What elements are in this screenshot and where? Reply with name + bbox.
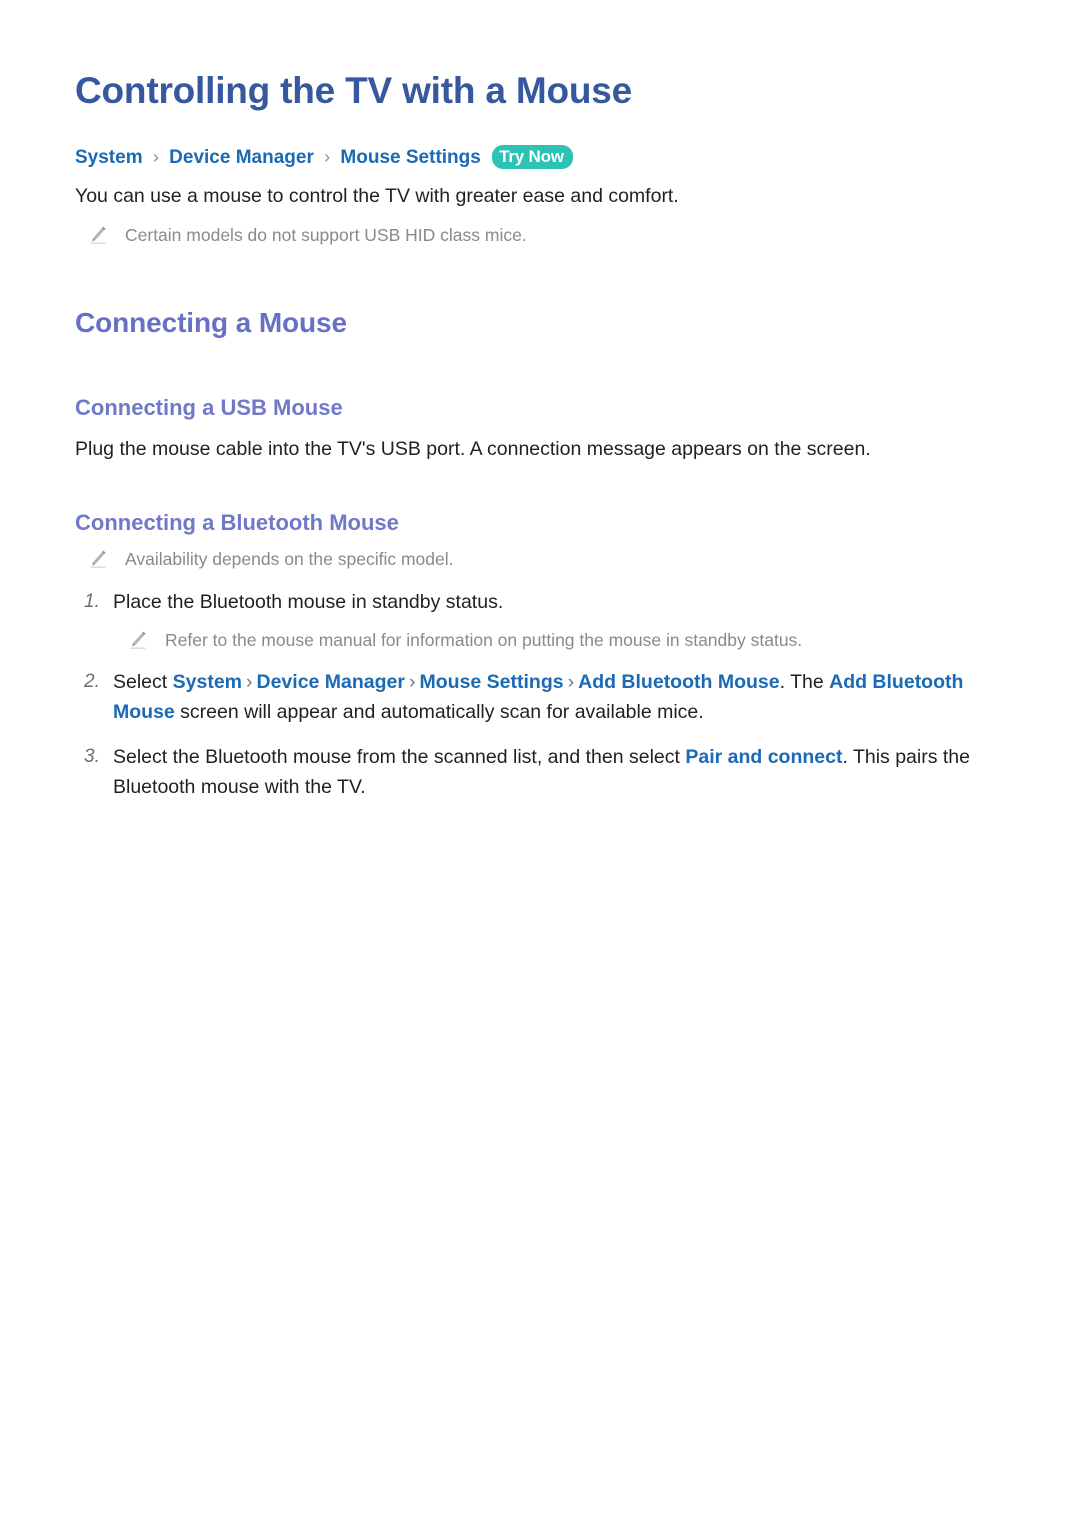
breadcrumb: System › Device Manager › Mouse Settings… xyxy=(75,144,1005,170)
step-text: Select System › Device Manager › Mouse Setti… xyxy=(113,667,1005,727)
chevron-right-icon: › xyxy=(409,671,416,694)
menu-path-link[interactable]: Device Manager xyxy=(257,671,406,693)
list-item: 1. Place the Bluetooth mouse in standby … xyxy=(75,587,1005,617)
bluetooth-note-text: Availability depends on the specific mod… xyxy=(125,549,454,570)
step-number: 3. xyxy=(84,745,100,767)
breadcrumb-item-device-manager[interactable]: Device Manager xyxy=(169,147,314,168)
pencil-icon xyxy=(127,629,149,651)
menu-path-link[interactable]: System xyxy=(173,671,242,693)
chevron-right-icon: › xyxy=(246,671,253,694)
intro-note: Certain models do not support USB HID cl… xyxy=(87,222,1005,248)
step-1-note-row: Refer to the mouse manual for informatio… xyxy=(75,627,1005,653)
step-text: Place the Bluetooth mouse in standby sta… xyxy=(113,590,504,613)
intro-paragraph: You can use a mouse to control the TV wi… xyxy=(75,185,679,208)
bluetooth-steps-list: 1. Place the Bluetooth mouse in standby … xyxy=(75,587,1005,802)
step-1-note: Refer to the mouse manual for informatio… xyxy=(127,627,1005,653)
pencil-icon xyxy=(87,548,109,570)
step-text: Select the Bluetooth mouse from the scan… xyxy=(113,742,1005,802)
chevron-right-icon: › xyxy=(152,146,159,167)
step-1-note-text: Refer to the mouse manual for informatio… xyxy=(165,629,803,650)
intro-note-text: Certain models do not support USB HID cl… xyxy=(125,224,527,245)
bluetooth-note: Availability depends on the specific mod… xyxy=(87,546,1005,572)
chevron-right-icon: › xyxy=(567,671,575,694)
subsection-heading-connecting-a-bluetooth-mouse: Connecting a Bluetooth Mouse xyxy=(75,510,399,536)
menu-path-link[interactable]: Pair and connect xyxy=(685,746,842,768)
page-title: Controlling the TV with a Mouse xyxy=(75,70,633,111)
inline-text: screen will appear and automatically sca… xyxy=(174,701,704,724)
try-now-badge[interactable]: Try Now xyxy=(492,144,573,170)
breadcrumb-item-system[interactable]: System xyxy=(75,147,143,168)
subsection-heading-connecting-a-usb-mouse: Connecting a USB Mouse xyxy=(75,395,343,421)
document-page: Controlling the TV with a Mouse System ›… xyxy=(0,0,1080,1527)
usb-paragraph: Plug the mouse cable into the TV's USB p… xyxy=(75,437,871,460)
inline-text: Select the Bluetooth mouse from the scan… xyxy=(113,745,686,768)
inline-text: . The xyxy=(779,671,830,694)
pencil-icon xyxy=(87,224,109,246)
step-number: 1. xyxy=(84,590,100,612)
list-item: 3. Select the Bluetooth mouse from the s… xyxy=(75,742,1005,802)
menu-path-link[interactable]: Mouse Settings xyxy=(420,671,564,693)
menu-path-link[interactable]: Add Bluetooth Mouse xyxy=(578,671,779,693)
step-number: 2. xyxy=(84,671,100,693)
chevron-right-icon: › xyxy=(324,146,331,167)
inline-text: Select xyxy=(113,671,173,694)
breadcrumb-item-mouse-settings[interactable]: Mouse Settings xyxy=(340,147,480,168)
list-item: 2. Select System › Device Manager › Mouse Se… xyxy=(75,667,1005,727)
section-heading-connecting-a-mouse: Connecting a Mouse xyxy=(75,306,347,338)
